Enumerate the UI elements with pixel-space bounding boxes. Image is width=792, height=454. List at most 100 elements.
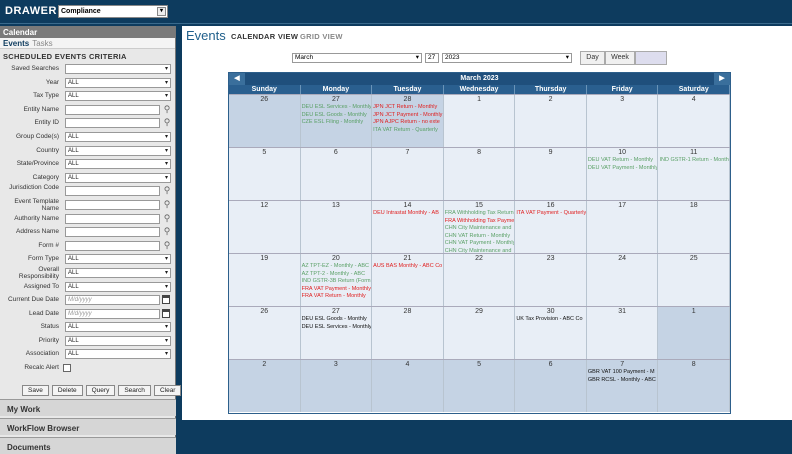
calendar-day[interactable]: 6	[300, 148, 373, 200]
calendar-day[interactable]: 21 AUS BAS Monthly - ABC Co	[372, 254, 444, 306]
calendar-day[interactable]: 26	[229, 95, 301, 147]
search-icon[interactable]: ⚲	[162, 104, 172, 115]
calendar-day[interactable]: 23	[515, 254, 587, 306]
calendar-event[interactable]: IND GSTR-1 Return - Monthly	[658, 157, 729, 165]
search-icon[interactable]: ⚲	[162, 226, 172, 237]
accordion-workflow-browser[interactable]: WorkFlow Browser	[0, 418, 176, 435]
calendar-day[interactable]: 6	[515, 360, 587, 412]
search-icon[interactable]: ⚲	[162, 213, 172, 224]
calendar-event[interactable]: JPN JCT Return - Monthly	[372, 104, 443, 112]
recalc-alert-checkbox[interactable]	[63, 364, 71, 373]
calendar-day[interactable]: 11 IND GSTR-1 Return - Monthly	[658, 148, 731, 200]
date-input[interactable]: M/d/yyyy	[65, 308, 160, 319]
field-select[interactable]: ALL ▾	[65, 267, 171, 278]
calendar-day[interactable]: 2	[515, 95, 587, 147]
calendar-event[interactable]: GBR VAT 100 Payment - M	[587, 369, 658, 377]
query-button[interactable]: Query	[85, 385, 116, 396]
next-month-icon[interactable]: ▶	[714, 73, 730, 85]
field-input[interactable]	[65, 104, 160, 115]
month-view-button[interactable]: Month	[635, 51, 667, 65]
calendar-event[interactable]: DEU Intrastat Monthly - AB	[372, 210, 443, 218]
search-icon[interactable]: ⚲	[162, 117, 172, 128]
prev-month-icon[interactable]: ◀	[229, 73, 245, 85]
calendar-event[interactable]: UK Tax Provision - ABC Co	[515, 316, 586, 324]
calendar-day[interactable]: 12	[229, 201, 301, 253]
calendar-day[interactable]: 27 DEU ESL Services - Monthly DEU ESL Good…	[300, 95, 373, 147]
search-icon[interactable]: ⚲	[162, 240, 172, 251]
calendar-day[interactable]: 13	[300, 201, 373, 253]
calendar-event[interactable]: JPN JCT Payment - Monthly	[372, 112, 443, 120]
calendar-day[interactable]: 31	[586, 307, 659, 359]
calendar-day[interactable]: 16 ITA VAT Payment - Quarterly	[515, 201, 587, 253]
calendar-event[interactable]: ITA VAT Return - Quarterly	[372, 127, 443, 135]
calendar-event[interactable]: DEU ESL Goods - Monthly	[301, 316, 372, 324]
calendar-day[interactable]: 4	[372, 360, 444, 412]
year-select[interactable]: 2023 ▾	[442, 53, 572, 63]
calendar-event[interactable]: AZ TPT-2 - Monthly - ABC	[301, 271, 372, 279]
calendar-day[interactable]: 27 DEU ESL Goods - Monthly DEU ESL Service…	[300, 307, 373, 359]
field-input[interactable]	[65, 186, 160, 197]
calendar-day[interactable]: 25	[658, 254, 731, 306]
search-icon[interactable]: ⚲	[162, 185, 172, 196]
calendar-day[interactable]: 15 FRA Withholding Tax Return FRA Withhold…	[443, 201, 516, 254]
calendar-event[interactable]: FRA Withholding Tax Return	[444, 210, 515, 218]
field-select[interactable]: ▾	[65, 64, 171, 74]
calendar-event[interactable]: JPN AJPC Return - no exte	[372, 119, 443, 127]
date-input[interactable]: M/d/yyyy	[65, 295, 160, 306]
calendar-day[interactable]: 4	[658, 95, 731, 147]
day-view-button[interactable]: Day	[580, 51, 605, 65]
calendar-day[interactable]: 29	[443, 307, 516, 359]
calendar-day[interactable]: 28	[372, 307, 444, 359]
calendar-event[interactable]: FRA VAT Return - Monthly	[301, 293, 372, 301]
calendar-icon[interactable]	[162, 295, 170, 305]
calendar-day[interactable]: 5	[443, 360, 516, 412]
calendar-event[interactable]: FRA VAT Payment - Monthly	[301, 286, 372, 294]
field-input[interactable]	[65, 199, 160, 210]
field-select[interactable]: ALL ▾	[65, 335, 171, 346]
calendar-event[interactable]: CHN City Maintenance and	[444, 248, 515, 254]
calendar-day[interactable]: 3	[300, 360, 373, 412]
calendar-day[interactable]: 10 DEU VAT Return - Monthly DEU VAT Paymen…	[586, 148, 659, 200]
field-input[interactable]	[65, 240, 160, 251]
field-select[interactable]: ALL ▾	[65, 145, 171, 156]
calendar-day[interactable]: 7 GBR VAT 100 Payment - M GBR RCSL - Month…	[586, 360, 659, 412]
drawer-select[interactable]: Compliance ▾	[58, 5, 168, 18]
calendar-day[interactable]: 18	[658, 201, 731, 253]
field-input[interactable]	[65, 227, 160, 238]
calendar-event[interactable]: IND GSTR-3B Return (Form	[301, 278, 372, 286]
calendar-day[interactable]: 24	[586, 254, 659, 306]
calendar-event[interactable]: FRA Withholding Tax Payment	[444, 218, 515, 226]
calendar-event[interactable]: AUS BAS Monthly - ABC Co	[372, 263, 443, 271]
calendar-event[interactable]: DEU ESL Services - Monthly	[301, 104, 372, 112]
calendar-day[interactable]: 1	[443, 95, 516, 147]
delete-button[interactable]: Delete	[51, 385, 83, 396]
field-input[interactable]	[65, 213, 160, 224]
calendar-day[interactable]: 30 UK Tax Provision - ABC Co	[515, 307, 587, 359]
calendar-day[interactable]: 8	[658, 360, 731, 412]
field-select[interactable]: ALL ▾	[65, 349, 171, 360]
calendar-day[interactable]: 17	[586, 201, 659, 253]
day-input[interactable]: 27	[425, 53, 439, 63]
calendar-icon[interactable]	[162, 308, 170, 318]
calendar-day[interactable]: 22	[443, 254, 516, 306]
calendar-event[interactable]: DEU VAT Return - Monthly	[587, 157, 658, 165]
calendar-day[interactable]: 7	[372, 148, 444, 200]
calendar-event[interactable]: DEU ESL Goods - Monthly	[301, 112, 372, 120]
calendar-day[interactable]: 1	[658, 307, 731, 359]
tab-events[interactable]: Events	[3, 39, 29, 48]
field-select[interactable]: ALL ▾	[65, 159, 171, 170]
field-select[interactable]: ALL ▾	[65, 322, 171, 333]
field-select[interactable]: ALL ▾	[65, 254, 171, 265]
calendar-view-link[interactable]: CALENDAR VIEW	[231, 32, 298, 41]
calendar-day[interactable]: 5	[229, 148, 301, 200]
calendar-event[interactable]: CZE ESL Filing - Monthly	[301, 119, 372, 127]
calendar-day[interactable]: 14 DEU Intrastat Monthly - AB	[372, 201, 444, 253]
field-select[interactable]: ALL ▾	[65, 131, 171, 142]
calendar-event[interactable]: ITA VAT Payment - Quarterly	[515, 210, 586, 218]
accordion-my-work[interactable]: My Work	[0, 399, 176, 416]
search-button[interactable]: Search	[118, 385, 151, 396]
calendar-day[interactable]: 28 JPN JCT Return - Monthly JPN JCT Paymen…	[372, 95, 444, 147]
calendar-day[interactable]: 2	[229, 360, 301, 412]
calendar-event[interactable]: AZ TPT-EZ - Monthly - ABC	[301, 263, 372, 271]
calendar-day[interactable]: 3	[586, 95, 659, 147]
